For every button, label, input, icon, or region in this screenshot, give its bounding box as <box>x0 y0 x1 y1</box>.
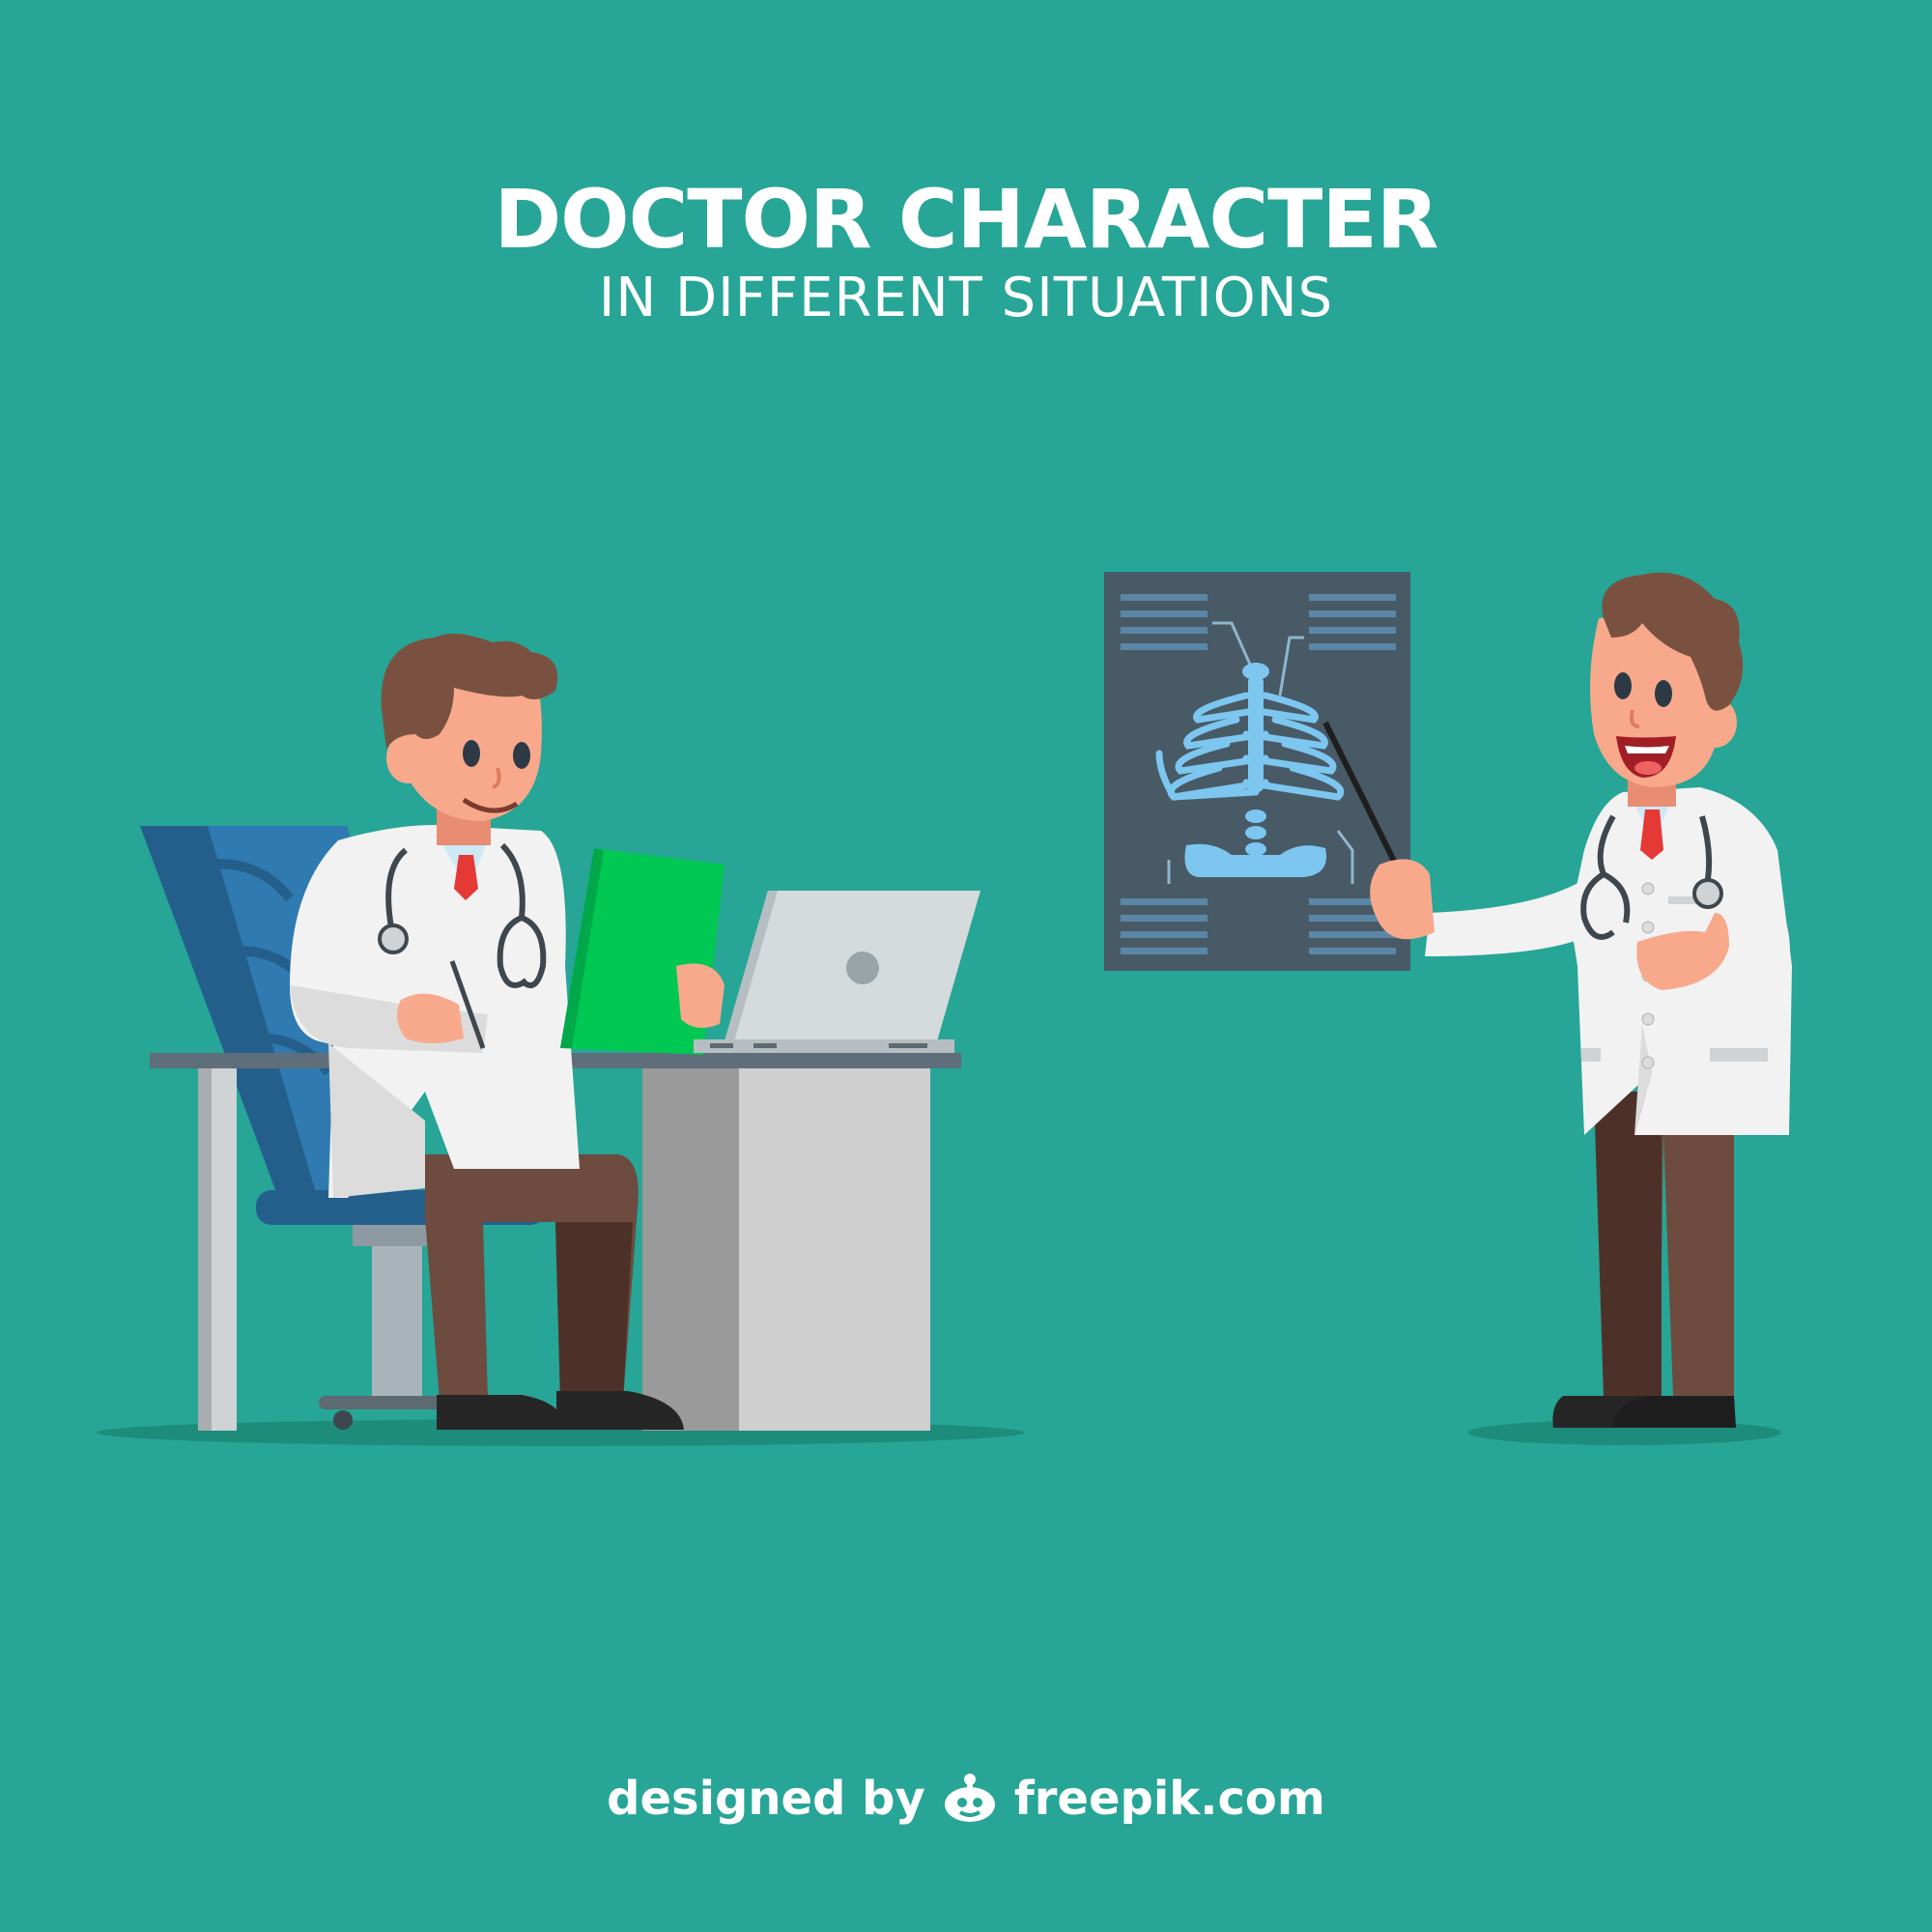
illustration <box>97 572 1792 1446</box>
designed-by-text: designed by <box>607 1772 925 1826</box>
xray-panel <box>1104 572 1410 971</box>
credit-line: designed by freepik.com <box>0 1768 1932 1830</box>
brand-text: freepik.com <box>1013 1772 1325 1826</box>
freepik-logo-icon <box>944 1774 995 1822</box>
clipboard <box>560 848 724 1055</box>
laptop <box>694 891 980 1053</box>
